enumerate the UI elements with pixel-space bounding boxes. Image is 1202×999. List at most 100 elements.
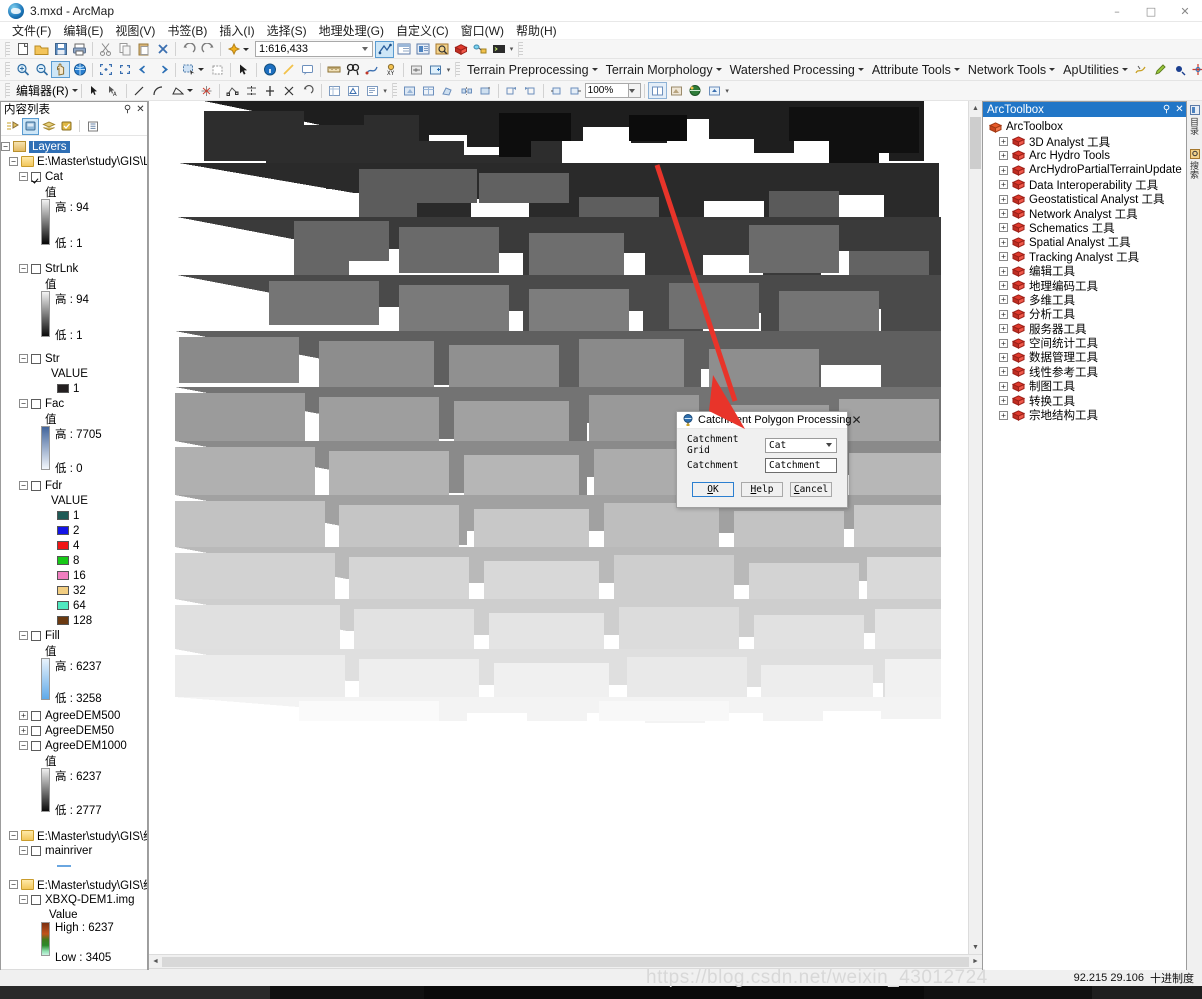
- catchment-grid-combo[interactable]: Cat: [765, 437, 837, 453]
- chevron-down-icon[interactable]: [826, 443, 832, 447]
- expand-icon[interactable]: −: [19, 481, 28, 490]
- toc-layer-agreedem500[interactable]: + AgreeDEM500: [1, 708, 147, 723]
- split-icon[interactable]: [242, 82, 261, 99]
- menu-item-edit[interactable]: 编辑(E): [57, 21, 109, 40]
- toc-layer-agreedem50[interactable]: + AgreeDEM50: [1, 723, 147, 738]
- expand-icon[interactable]: +: [999, 151, 1008, 161]
- toc-layer-cat[interactable]: − Cat: [1, 169, 147, 184]
- expand-icon[interactable]: +: [999, 252, 1008, 262]
- toc-layer-strlnk[interactable]: − StrLnk: [1, 261, 147, 276]
- delete-icon[interactable]: [153, 41, 172, 58]
- minimize-button[interactable]: –: [1100, 0, 1134, 22]
- close-icon[interactable]: ✕: [1173, 104, 1186, 115]
- time-slider-icon[interactable]: [407, 61, 426, 78]
- catchment-name-input[interactable]: Catchment: [765, 457, 837, 473]
- select-features-dropdown-caret[interactable]: [198, 68, 204, 71]
- pin-icon[interactable]: ⚲: [1160, 104, 1173, 115]
- toolbox-item-spatial-analyst[interactable]: + Spatial Analyst 工具: [983, 235, 1186, 249]
- layer-visibility-checkbox[interactable]: [31, 725, 41, 736]
- snap-icon[interactable]: [1189, 61, 1202, 78]
- attributes-icon[interactable]: [325, 82, 344, 99]
- rotate-icon[interactable]: [299, 82, 318, 99]
- shift-right-icon[interactable]: [566, 82, 585, 99]
- sketch-properties-icon[interactable]: [344, 82, 363, 99]
- editor-menu-label[interactable]: 编辑器(R): [13, 82, 72, 99]
- redo-icon[interactable]: [198, 41, 217, 58]
- expand-icon[interactable]: −: [19, 631, 28, 640]
- select-elements-icon[interactable]: [234, 61, 253, 78]
- straight-segment-icon[interactable]: [130, 82, 149, 99]
- new-document-icon[interactable]: [13, 41, 32, 58]
- open-folder-icon[interactable]: [32, 41, 51, 58]
- catchment-polygon-processing-dialog[interactable]: Catchment Polygon Processing ✕ Catchment…: [676, 411, 862, 508]
- toolbox-item-cartography-tools[interactable]: + 制图工具: [983, 379, 1186, 393]
- toolbox-item-archydropartialterrainupdate[interactable]: + ArcHydroPartialTerrainUpdate: [983, 163, 1186, 177]
- delete-vertex-icon[interactable]: [280, 82, 299, 99]
- scale-up-icon[interactable]: [502, 82, 521, 99]
- chevron-down-icon[interactable]: [362, 47, 368, 51]
- layer-visibility-checkbox[interactable]: [31, 263, 41, 274]
- previous-extent-icon[interactable]: [134, 61, 153, 78]
- find-route-icon[interactable]: [362, 61, 381, 78]
- toolbox-item-spatial-statistics-tools[interactable]: + 空间统计工具: [983, 336, 1186, 350]
- publish-icon[interactable]: [705, 82, 724, 99]
- catalog-icon[interactable]: [413, 41, 432, 58]
- toolbox-item-tracking-analyst[interactable]: + Tracking Analyst 工具: [983, 250, 1186, 264]
- toolbar-overflow-button[interactable]: ▾: [508, 42, 515, 57]
- hyperlink-icon[interactable]: [279, 61, 298, 78]
- measure-icon[interactable]: [324, 61, 343, 78]
- toolbox-item-parcel-fabric-tools[interactable]: + 宗地结构工具: [983, 408, 1186, 422]
- map-canvas[interactable]: Catchment Polygon Processing ✕ Catchment…: [149, 101, 982, 954]
- collapse-icon[interactable]: +: [19, 711, 28, 720]
- expand-icon[interactable]: −: [9, 831, 18, 840]
- expand-icon[interactable]: −: [19, 354, 28, 363]
- copy-icon[interactable]: [115, 41, 134, 58]
- tools-toolbar-grip[interactable]: [5, 62, 10, 77]
- snap-vertex-icon[interactable]: [197, 82, 216, 99]
- toc-root-layers[interactable]: − Layers: [1, 139, 147, 154]
- layer-visibility-checkbox[interactable]: [31, 630, 41, 641]
- menu-watershed-processing[interactable]: Watershed Processing: [726, 63, 868, 77]
- rectify-icon[interactable]: [438, 82, 457, 99]
- go-to-xy-icon[interactable]: XY: [381, 61, 400, 78]
- pencil-icon[interactable]: [1151, 61, 1170, 78]
- layer-visibility-checkbox[interactable]: [31, 845, 41, 856]
- toc-group-3[interactable]: − E:\Master\study\GIS\结: [1, 877, 147, 892]
- toc-layer-mainriver[interactable]: − mainriver: [1, 843, 147, 858]
- cut-icon[interactable]: [96, 41, 115, 58]
- construction-tool-icon[interactable]: [168, 82, 187, 99]
- vscroll-thumb[interactable]: [970, 117, 981, 169]
- expand-icon[interactable]: +: [999, 165, 1008, 175]
- arc-segment-icon[interactable]: [149, 82, 168, 99]
- expand-icon[interactable]: −: [9, 880, 18, 889]
- trace-icon[interactable]: [223, 82, 242, 99]
- save-icon[interactable]: [51, 41, 70, 58]
- toolbox-item-editing-tools[interactable]: + 编辑工具: [983, 264, 1186, 278]
- menu-attribute-tools[interactable]: Attribute Tools: [868, 63, 964, 77]
- zoom-out-icon[interactable]: [32, 61, 51, 78]
- modelbuilder-icon[interactable]: [470, 41, 489, 58]
- menu-item-bookmarks[interactable]: 书签(B): [161, 21, 213, 40]
- georef-overflow-button[interactable]: ▾: [724, 83, 731, 98]
- toolbox-item-arc-hydro-tools[interactable]: + Arc Hydro Tools: [983, 149, 1186, 163]
- archydro-grip[interactable]: [455, 62, 460, 77]
- add-data-dropdown-caret[interactable]: [243, 47, 249, 51]
- scroll-right-arrow[interactable]: ►: [969, 958, 982, 965]
- arctoolbox-icon[interactable]: [451, 41, 470, 58]
- edit-tool-icon[interactable]: [85, 82, 104, 99]
- expand-icon[interactable]: −: [1, 142, 10, 151]
- expand-icon[interactable]: +: [999, 237, 1008, 247]
- undo-icon[interactable]: [179, 41, 198, 58]
- expand-icon[interactable]: +: [999, 209, 1008, 219]
- toc-group-2[interactable]: − E:\Master\study\GIS\结: [1, 828, 147, 843]
- identify-icon[interactable]: [260, 61, 279, 78]
- list-by-visibility-icon[interactable]: [40, 118, 57, 135]
- toolbar-grip-2[interactable]: [518, 41, 523, 57]
- map-horizontal-scrollbar[interactable]: ◄ ►: [149, 954, 982, 968]
- docked-tab-search[interactable]: 搜索: [1188, 149, 1201, 179]
- collapse-icon[interactable]: +: [19, 726, 28, 735]
- maximize-button[interactable]: □: [1134, 0, 1168, 22]
- expand-icon[interactable]: +: [999, 396, 1008, 406]
- swipe-icon[interactable]: [647, 82, 667, 99]
- menu-item-help[interactable]: 帮助(H): [510, 21, 563, 40]
